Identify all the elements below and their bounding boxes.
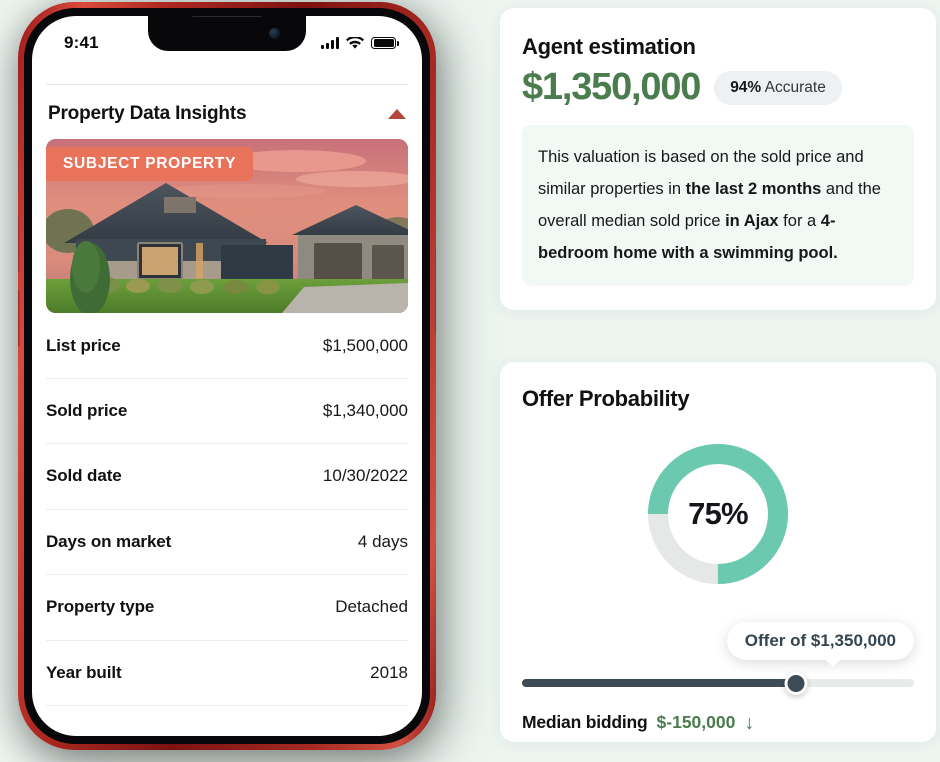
table-row[interactable]: Days on market 4 days	[46, 510, 408, 575]
cellular-bars-icon	[321, 37, 339, 49]
table-row[interactable]: Sold price $1,340,000	[46, 379, 408, 444]
phone-content: Property Data Insights SUBJECT PROPERTY …	[32, 84, 422, 706]
wifi-icon	[346, 36, 364, 49]
valuation-explanation: This valuation is based on the sold pric…	[522, 124, 914, 286]
accuracy-badge: 94% Accurate	[714, 70, 842, 105]
table-row[interactable]: Sold date 10/30/2022	[46, 444, 408, 510]
silent-switch[interactable]	[18, 160, 20, 190]
table-row[interactable]: Property type Detached	[46, 575, 408, 641]
volume-up-button[interactable]	[18, 216, 20, 272]
agent-estimation-title: Agent estimation	[522, 34, 696, 59]
status-bar: 9:41	[32, 16, 422, 62]
table-row[interactable]: List price $1,500,000	[46, 313, 408, 379]
status-time: 9:41	[64, 33, 99, 52]
table-row[interactable]: Year built 2018	[46, 641, 408, 706]
agent-estimation-card: Agent estimation $1,350,000 94% Accurate…	[500, 8, 936, 310]
offer-probability-title: Offer Probability	[522, 386, 690, 411]
median-bidding-row: Median bidding $-150,000 ↓	[522, 712, 914, 733]
offer-probability-card: Offer Probability 75% Offer of $1,350,00…	[500, 362, 936, 742]
row-value: 2018	[370, 662, 408, 682]
accuracy-label: Accurate	[764, 78, 826, 96]
subject-property-photo[interactable]: SUBJECT PROPERTY	[46, 139, 408, 313]
median-bidding-value: $-150,000	[656, 712, 736, 732]
page-title: Property Data Insights	[48, 103, 247, 124]
property-data-insights-header[interactable]: Property Data Insights	[46, 84, 408, 139]
row-label: Sold price	[46, 400, 128, 420]
row-label: Days on market	[46, 531, 172, 551]
offer-slider-fill	[522, 679, 797, 687]
row-label: List price	[46, 335, 121, 355]
offer-probability-donut: 75%	[644, 440, 792, 588]
row-label: Year built	[46, 662, 122, 682]
phone-screen: 9:41 Property Data Insights SUBJECT PROP…	[32, 16, 422, 736]
estimation-row: $1,350,000 94% Accurate	[522, 66, 914, 108]
accuracy-percent: 94%	[730, 78, 762, 96]
phone-mockup: 9:41 Property Data Insights SUBJECT PROP…	[18, 2, 448, 762]
row-value: Detached	[335, 597, 408, 617]
row-label: Property type	[46, 597, 155, 617]
median-bidding-label: Median bidding	[522, 712, 648, 732]
row-label: Sold date	[46, 466, 122, 486]
offer-tooltip: Offer of $1,350,000	[726, 622, 914, 667]
row-value: 4 days	[357, 531, 408, 551]
power-button[interactable]	[434, 246, 436, 334]
row-value: $1,500,000	[322, 335, 408, 355]
phone-bezel: 9:41 Property Data Insights SUBJECT PROP…	[18, 2, 436, 750]
property-data-list: List price $1,500,000 Sold price $1,340,…	[46, 313, 408, 706]
row-value: 10/30/2022	[322, 466, 408, 486]
valuation-bold-2: in Ajax	[725, 212, 779, 231]
battery-full-icon	[371, 36, 399, 50]
arrow-down-icon: ↓	[744, 711, 755, 734]
offer-slider-zone: Offer of $1,350,000	[522, 622, 914, 698]
offer-slider-thumb[interactable]	[784, 672, 808, 695]
valuation-text-3: for a	[778, 212, 821, 231]
offer-slider-track[interactable]	[522, 679, 914, 687]
status-icons	[321, 36, 399, 50]
row-value: $1,340,000	[322, 400, 408, 420]
volume-down-button[interactable]	[18, 290, 20, 346]
probability-value-label: 75%	[688, 496, 748, 531]
valuation-bold-1: the last 2 months	[685, 180, 822, 199]
estimated-price: $1,350,000	[522, 66, 701, 108]
chevron-up-icon[interactable]	[388, 109, 406, 119]
subject-property-badge: SUBJECT PROPERTY	[46, 147, 254, 181]
